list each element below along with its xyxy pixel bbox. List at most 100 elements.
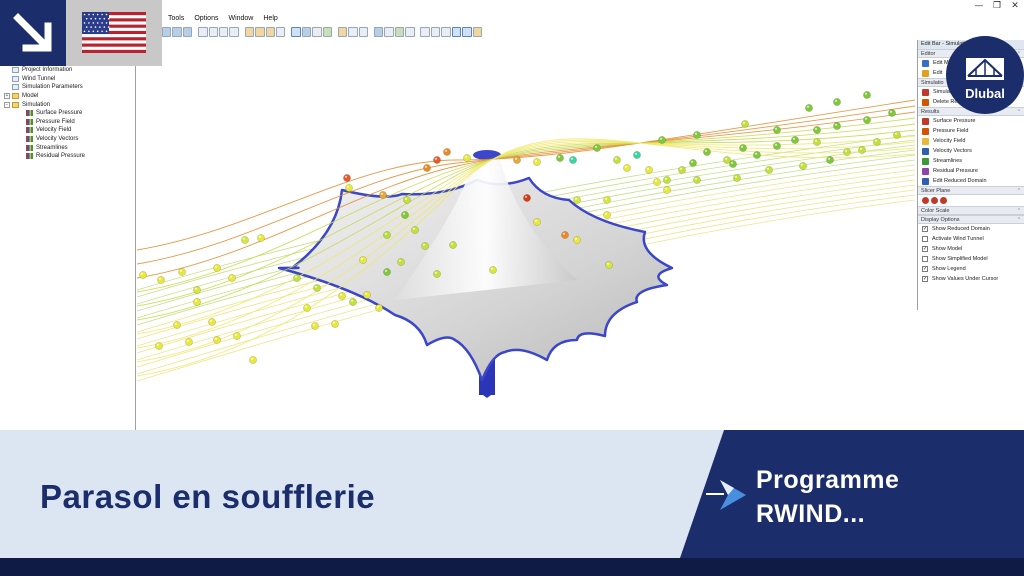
slicer-z-icon[interactable] [940, 197, 947, 204]
display-option[interactable]: ✓ Show Model [918, 244, 1024, 254]
toolbar-button[interactable] [198, 27, 208, 37]
toolbar-button[interactable] [218, 27, 229, 37]
display-option[interactable]: ✓ Show Values Under Cursor [918, 274, 1024, 284]
particle [833, 122, 841, 130]
toolbar-button[interactable] [430, 27, 441, 37]
nav-item[interactable]: Wind Tunnel [0, 75, 136, 84]
particle [826, 156, 834, 164]
toolbar-button[interactable] [322, 27, 332, 37]
toolbar-button[interactable] [373, 27, 384, 37]
editbar-item[interactable]: Residual Pressure [918, 166, 1024, 176]
toolbar-button[interactable] [405, 27, 415, 37]
expand-toggle[interactable]: − [4, 101, 10, 108]
checkbox[interactable] [922, 256, 928, 262]
menu-tools[interactable]: Tools [168, 12, 184, 25]
nav-item[interactable]: Velocity Vectors [0, 135, 136, 144]
toolbar-button[interactable] [472, 27, 482, 37]
toolbar-button[interactable] [275, 27, 286, 37]
section-display-options[interactable]: Display Options ⌃ [918, 215, 1024, 224]
particle [433, 270, 441, 278]
toolbar-button[interactable] [348, 27, 358, 37]
particle [561, 231, 569, 239]
toolbar-button[interactable] [420, 27, 430, 37]
nav-item[interactable]: Surface Pressure [0, 109, 136, 118]
arrow-badge [0, 0, 66, 66]
editbar-item[interactable]: Pressure Field [918, 126, 1024, 136]
nav-item[interactable]: Project Information [0, 66, 136, 75]
toolbar-button[interactable] [291, 27, 301, 37]
particle-highlight [679, 167, 683, 170]
nav-item[interactable]: Velocity Field [0, 126, 136, 135]
particle [233, 332, 241, 340]
nav-item[interactable]: + Model [0, 92, 136, 101]
toolbar-button[interactable] [358, 27, 369, 37]
result-type-icon [922, 98, 929, 106]
toolbar-separator [193, 27, 197, 37]
display-option[interactable]: ✓ Show Reduced Domain [918, 224, 1024, 234]
toolbar-button[interactable] [162, 27, 172, 37]
particle [678, 166, 686, 174]
toolbar-button[interactable] [229, 27, 239, 37]
nav-item[interactable]: Streamlines [0, 143, 136, 152]
toolbar-button[interactable] [265, 27, 275, 37]
display-option[interactable]: ✓ Show Legend [918, 264, 1024, 274]
section-color-scale[interactable]: Color Scale ⌃ [918, 206, 1024, 215]
particle-highlight [594, 145, 598, 148]
toolbar-button[interactable] [172, 27, 182, 37]
toolbar-button[interactable] [462, 27, 472, 37]
menu-help[interactable]: Help [263, 12, 277, 25]
result-type-icon [922, 59, 929, 67]
toolbar-button[interactable] [451, 27, 462, 37]
particle [863, 91, 871, 99]
particle [613, 156, 621, 164]
nav-item[interactable]: Residual Pressure [0, 152, 136, 161]
menu-options[interactable]: Options [194, 12, 218, 25]
checkbox[interactable]: ✓ [922, 276, 928, 282]
editbar-item[interactable]: Velocity Vectors [918, 146, 1024, 156]
particle-highlight [214, 265, 218, 268]
display-option-label: Show Values Under Cursor [932, 276, 999, 282]
particle-highlight [158, 277, 162, 280]
particle [739, 144, 747, 152]
display-option[interactable]: Show Simplified Model [918, 254, 1024, 264]
restore-button[interactable]: ❐ [988, 0, 1006, 12]
menu-window[interactable]: Window [228, 12, 253, 25]
nav-item[interactable]: − Simulation [0, 100, 136, 109]
checkbox[interactable]: ✓ [922, 266, 928, 272]
minimize-button[interactable]: — [970, 0, 988, 12]
toolbar-button[interactable] [182, 27, 193, 37]
checkbox[interactable]: ✓ [922, 226, 928, 232]
toolbar-button[interactable] [312, 27, 322, 37]
section-slicer-plane[interactable]: Slicer Plane ⌃ [918, 186, 1024, 195]
edit-reduced-domain[interactable]: Edit Reduced Domain [918, 176, 1024, 186]
toolbar-button[interactable] [208, 27, 218, 37]
particle-highlight [174, 322, 178, 325]
toolbar-button[interactable] [244, 27, 255, 37]
particle [443, 148, 451, 156]
editbar-item[interactable]: Velocity Field [918, 136, 1024, 146]
particle [193, 286, 201, 294]
toolbar-button[interactable] [394, 27, 405, 37]
slicer-y-icon[interactable] [931, 197, 938, 204]
particle-highlight [654, 179, 658, 182]
display-option[interactable]: Activate Wind Tunnel [918, 234, 1024, 244]
toolbar-button[interactable] [255, 27, 265, 37]
close-button[interactable]: ✕ [1006, 0, 1024, 12]
toolbar-button[interactable] [301, 27, 312, 37]
checkbox[interactable] [922, 236, 928, 242]
editbar-item-label: Edit [933, 70, 943, 76]
editbar-item[interactable]: Surface Pressure [918, 116, 1024, 126]
expand-toggle[interactable]: + [4, 93, 10, 100]
particle-highlight [209, 319, 213, 322]
editbar-item[interactable]: Streamlines [918, 156, 1024, 166]
particle-highlight [834, 99, 838, 102]
slicer-x-icon[interactable] [922, 197, 929, 204]
particle-highlight [312, 323, 316, 326]
toolbar-button[interactable] [337, 27, 348, 37]
toolbar-button[interactable] [384, 27, 394, 37]
checkbox[interactable]: ✓ [922, 246, 928, 252]
nav-item[interactable]: Pressure Field [0, 118, 136, 127]
model-viewport[interactable] [137, 40, 915, 430]
toolbar-button[interactable] [441, 27, 451, 37]
nav-item[interactable]: Simulation Parameters [0, 83, 136, 92]
